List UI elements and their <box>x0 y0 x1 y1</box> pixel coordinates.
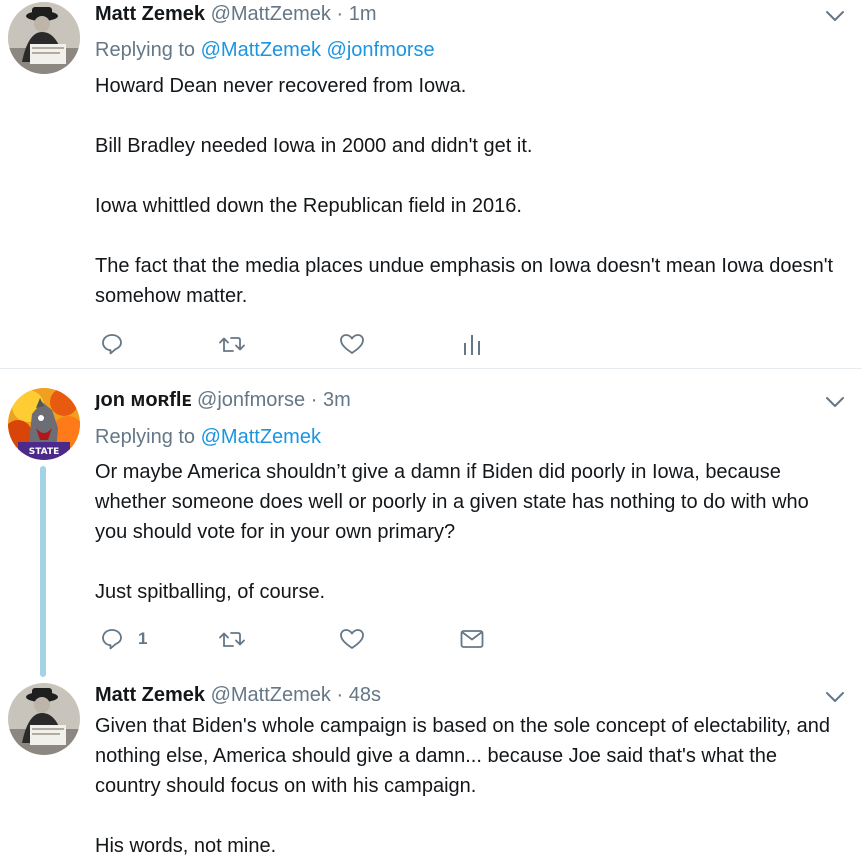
author-handle[interactable]: @MattZemek <box>211 684 331 706</box>
like-button[interactable] <box>339 625 365 653</box>
chevron-down-icon[interactable] <box>824 5 846 27</box>
reply-button[interactable]: 1 <box>100 625 147 653</box>
reply-button[interactable] <box>100 330 124 358</box>
author-handle[interactable]: @MattZemek <box>211 3 331 25</box>
separator: · <box>336 3 344 25</box>
like-icon <box>340 334 364 354</box>
author-name[interactable]: Matt Zemek <box>95 3 205 25</box>
tweet-paragraph: His words, not mine. <box>95 835 277 857</box>
mention-link[interactable]: @jonfmorse <box>327 39 435 61</box>
avatar[interactable] <box>8 683 80 755</box>
tweet[interactable]: Matt Zemek @MattZemek · 48s Given that B… <box>0 669 862 865</box>
separator: · <box>310 389 318 411</box>
author-name[interactable]: Matt Zemek <box>95 684 205 706</box>
tweet-paragraph: The fact that the media places undue emp… <box>95 255 834 307</box>
retweet-button[interactable] <box>218 625 246 653</box>
author-handle[interactable]: @jonfmorse <box>197 389 305 411</box>
author-name[interactable]: ȷon ᴍᴏʀﬂᴇ <box>95 389 191 411</box>
tweet-text: Given that Biden's whole campaign is bas… <box>95 711 845 861</box>
mention-link[interactable]: @MattZemek <box>201 39 321 61</box>
tweet-paragraph: Just spitballing, of course. <box>95 581 326 603</box>
tweet-paragraph: Or maybe America shouldn’t give a damn i… <box>95 461 809 543</box>
separator: · <box>336 684 344 706</box>
svg-text:STATE: STATE <box>29 447 59 457</box>
tweet-text: Howard Dean never recovered from Iowa. B… <box>95 71 845 311</box>
message-icon <box>460 630 484 648</box>
chevron-down-icon[interactable] <box>824 686 846 708</box>
tweet-paragraph: Howard Dean never recovered from Iowa. <box>95 75 467 97</box>
timestamp[interactable]: 48s <box>349 684 381 706</box>
avatar[interactable]: STATE <box>8 388 80 460</box>
reply-count: 1 <box>138 629 148 648</box>
tweet[interactable]: Matt Zemek @MattZemek · 1m Replying to @… <box>0 0 862 368</box>
timestamp[interactable]: 1m <box>349 3 377 25</box>
replying-to: Replying to @MattZemek @jonfmorse <box>95 37 435 63</box>
direct-message-button[interactable] <box>459 625 485 653</box>
analytics-icon <box>464 335 480 355</box>
tweet-paragraph: Bill Bradley needed Iowa in 2000 and did… <box>95 135 533 157</box>
like-button[interactable] <box>339 330 365 358</box>
tweet-paragraph: Given that Biden's whole campaign is bas… <box>95 715 831 797</box>
reply-icon <box>102 334 122 355</box>
analytics-button[interactable] <box>462 330 482 358</box>
tweet[interactable]: STATE ȷon ᴍᴏʀﬂᴇ @jonfmorse · 3m Replying… <box>0 369 862 677</box>
reply-icon <box>102 629 122 650</box>
tweet-paragraph: Iowa whittled down the Republican field … <box>95 195 522 217</box>
retweet-button[interactable] <box>218 330 246 358</box>
timestamp[interactable]: 3m <box>323 389 351 411</box>
retweet-icon <box>219 632 245 647</box>
replying-to: Replying to @MattZemek <box>95 424 321 450</box>
thread-line <box>40 466 46 677</box>
chevron-down-icon[interactable] <box>824 391 846 413</box>
mention-link[interactable]: @MattZemek <box>201 426 321 448</box>
retweet-icon <box>219 337 245 352</box>
replying-label: Replying to <box>95 426 196 448</box>
tweet-text: Or maybe America shouldn’t give a damn i… <box>95 457 845 607</box>
replying-label: Replying to <box>95 39 196 61</box>
avatar[interactable] <box>8 2 80 74</box>
like-icon <box>340 629 364 649</box>
